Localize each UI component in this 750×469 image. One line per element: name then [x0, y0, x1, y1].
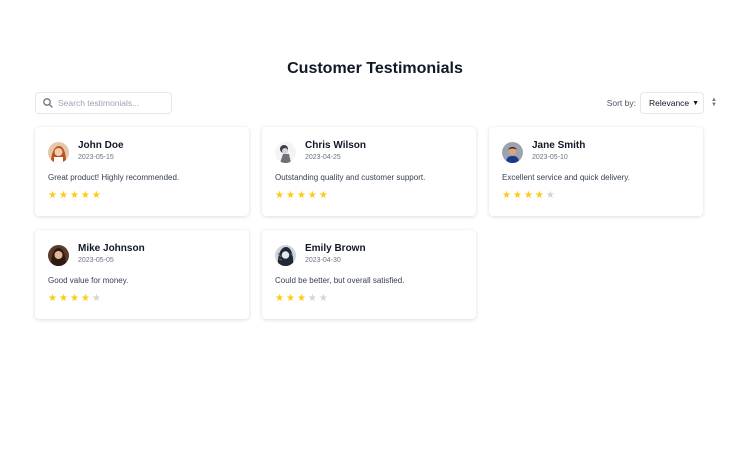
sort-control: Sort by: Relevance ▼ ▲ ▼ — [606, 92, 717, 114]
star-empty-icon: ★ — [545, 190, 555, 201]
reviewer-name: Chris Wilson — [305, 140, 367, 151]
star-filled-icon: ★ — [296, 190, 306, 201]
reviewer-name: John Doe — [78, 140, 124, 151]
chevron-down-icon: ▼ — [692, 99, 699, 107]
review-text: Good value for money. — [48, 276, 129, 285]
sort-order-icon[interactable]: ▲ ▼ — [710, 97, 718, 109]
review-text: Could be better, but overall satisfied. — [275, 276, 405, 285]
avatar — [275, 142, 296, 163]
avatar — [275, 245, 296, 266]
star-filled-icon: ★ — [512, 190, 522, 201]
star-filled-icon: ★ — [80, 190, 90, 201]
review-text: Great product! Highly recommended. — [48, 173, 180, 182]
testimonial-card: Mike Johnson 2023-05-05 Good value for m… — [35, 230, 249, 319]
star-rating: ★ ★ ★ ★ ★ — [275, 294, 463, 304]
star-rating: ★ ★ ★ ★ ★ — [275, 191, 463, 201]
avatar — [48, 245, 69, 266]
star-empty-icon: ★ — [91, 293, 101, 304]
star-rating: ★ ★ ★ ★ ★ — [48, 191, 236, 201]
reviewer-name: Mike Johnson — [78, 243, 145, 254]
star-filled-icon: ★ — [80, 293, 90, 304]
star-filled-icon: ★ — [523, 190, 533, 201]
reviewer-name: Emily Brown — [305, 243, 366, 254]
star-empty-icon: ★ — [307, 293, 317, 304]
testimonial-card: John Doe 2023-05-15 Great product! Highl… — [35, 127, 249, 216]
review-date: 2023-04-30 — [305, 257, 341, 264]
testimonial-card: Jane Smith 2023-05-10 Excellent service … — [489, 127, 703, 216]
star-rating: ★ ★ ★ ★ ★ — [48, 294, 236, 304]
star-empty-icon: ★ — [318, 293, 328, 304]
star-filled-icon: ★ — [502, 190, 511, 201]
testimonials-page: Customer Testimonials Sort by: Relevance… — [0, 0, 750, 469]
star-filled-icon: ★ — [48, 293, 57, 304]
review-text: Outstanding quality and customer support… — [275, 173, 426, 182]
star-filled-icon: ★ — [285, 293, 295, 304]
star-filled-icon: ★ — [275, 293, 284, 304]
star-filled-icon: ★ — [534, 190, 544, 201]
search-icon — [42, 97, 54, 109]
review-text: Excellent service and quick delivery. — [502, 173, 630, 182]
star-filled-icon: ★ — [275, 190, 284, 201]
avatar — [502, 142, 523, 163]
star-filled-icon: ★ — [48, 190, 57, 201]
testimonial-card: Chris Wilson 2023-04-25 Outstanding qual… — [262, 127, 476, 216]
avatar — [48, 142, 69, 163]
page-title: Customer Testimonials — [287, 60, 463, 77]
star-rating: ★ ★ ★ ★ ★ — [502, 191, 690, 201]
review-date: 2023-05-05 — [78, 257, 114, 264]
star-filled-icon: ★ — [296, 293, 306, 304]
search-box[interactable] — [35, 92, 172, 114]
review-date: 2023-05-15 — [78, 154, 114, 161]
star-filled-icon: ★ — [285, 190, 295, 201]
testimonial-card: Emily Brown 2023-04-30 Could be better, … — [262, 230, 476, 319]
sort-label: Sort by: — [606, 98, 636, 108]
star-filled-icon: ★ — [58, 293, 68, 304]
star-filled-icon: ★ — [69, 293, 79, 304]
review-date: 2023-04-25 — [305, 154, 341, 161]
star-filled-icon: ★ — [318, 190, 328, 201]
star-filled-icon: ★ — [69, 190, 79, 201]
review-date: 2023-05-10 — [532, 154, 568, 161]
star-filled-icon: ★ — [91, 190, 101, 201]
reviewer-name: Jane Smith — [532, 140, 586, 151]
search-input[interactable] — [58, 98, 163, 108]
sort-selected-value: Relevance — [649, 98, 690, 108]
star-filled-icon: ★ — [307, 190, 317, 201]
star-filled-icon: ★ — [58, 190, 68, 201]
sort-select[interactable]: Relevance ▼ — [640, 92, 704, 114]
